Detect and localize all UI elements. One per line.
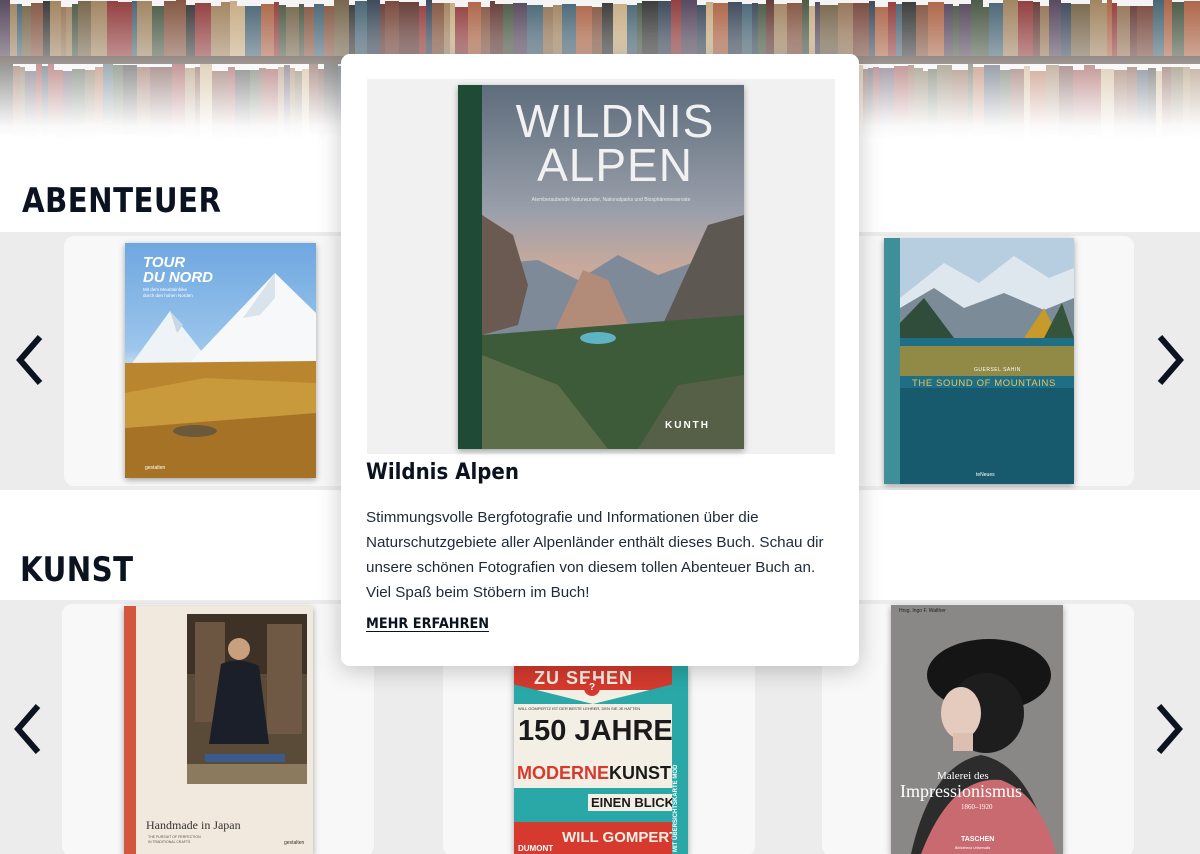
book-cover-impressionismus[interactable]: Hrsg. Ingo F. Walther Malerei des Impres… bbox=[891, 605, 1063, 854]
more-info-link[interactable]: MEHR ERFAHREN bbox=[366, 616, 489, 632]
cover-publisher: gestalten bbox=[284, 840, 305, 846]
cover-publisher: teNeues bbox=[976, 472, 995, 478]
cover-title: Handmade in Japan bbox=[146, 818, 241, 832]
cover-side-badge: MIT ÜBERSICHTSKARTE MOD bbox=[673, 764, 679, 852]
section-title-kunst: KUNST bbox=[20, 550, 134, 590]
chevron-right-icon bbox=[1157, 335, 1184, 385]
chevron-left-icon bbox=[14, 704, 41, 754]
cover-publisher: KUNTH bbox=[665, 420, 710, 431]
book-cover-sound-of-mountains[interactable]: GUERSEL SAHIN THE SOUND OF MOUNTAINS teN… bbox=[884, 238, 1074, 484]
popup-image-area: WILDNIS ALPEN Atemberaubende Naturwunder… bbox=[367, 79, 835, 454]
book-cover-wildnis-alpen[interactable]: WILDNIS ALPEN Atemberaubende Naturwunder… bbox=[458, 85, 744, 449]
chevron-left-icon bbox=[16, 335, 43, 385]
carousel-next-button[interactable] bbox=[1146, 330, 1196, 390]
book-detail-popup: WILDNIS ALPEN Atemberaubende Naturwunder… bbox=[341, 54, 859, 666]
cover-series: Bibliotheca Universalis bbox=[955, 846, 991, 850]
cover-author: WILL GOMPERTZ bbox=[562, 829, 688, 846]
cover-title: TOUR DU NORD bbox=[143, 254, 213, 286]
portrait-painting bbox=[891, 605, 1063, 854]
carousel-prev-button[interactable] bbox=[4, 330, 54, 390]
book-cover-tour-du-nord[interactable]: TOUR DU NORD Mit dem Mountainbike durch … bbox=[125, 243, 316, 478]
cover-publisher: TASCHEN bbox=[961, 836, 995, 843]
cover-subtitle: Mit dem Mountainbike durch den hohen Nor… bbox=[143, 287, 193, 298]
cover-publisher: gestalten bbox=[145, 465, 166, 471]
popup-title: Wildnis Alpen bbox=[366, 460, 519, 485]
book-cover-150-jahre-moderne-kunst[interactable]: ZU SEHEN ? WILL GOMPERTZ IST DER BESTE L… bbox=[514, 666, 688, 854]
cover-editor: Hrsg. Ingo F. Walther bbox=[899, 608, 946, 614]
book-cover-handmade-in-japan[interactable]: Handmade in Japan THE PURSUIT OF PERFECT… bbox=[124, 606, 313, 854]
cover-publisher: DUMONT bbox=[518, 844, 554, 853]
section-title-abenteuer: ABENTEUER bbox=[22, 181, 222, 221]
lake-mountain-illustration bbox=[884, 238, 1074, 484]
cover-title-line1: 150 JAHRE bbox=[518, 715, 673, 747]
carousel-next-button[interactable] bbox=[1145, 699, 1195, 759]
cover-author: GUERSEL SAHIN bbox=[974, 367, 1021, 373]
cover-subtitle: Atemberaubende Naturwunder, Nationalpark… bbox=[531, 197, 691, 203]
cover-title: WILDNIS ALPEN bbox=[515, 95, 715, 191]
cover-years: 1860–1920 bbox=[961, 803, 993, 811]
cover-title-line3: EINEN BLICK bbox=[588, 794, 678, 811]
cover-title-line2: MODERNEKUNST bbox=[517, 763, 672, 783]
popup-description: Stimmungsvolle Bergfotografie und Inform… bbox=[366, 509, 824, 601]
cover-quote: WILL GOMPERTZ IST DER BESTE LEHRER, DEN … bbox=[518, 706, 641, 711]
craftsman-photo bbox=[187, 614, 307, 784]
cover-title: THE SOUND OF MOUNTAINS bbox=[912, 378, 1056, 389]
carousel-prev-button[interactable] bbox=[2, 699, 52, 759]
cover-subtitle: THE PURSUIT OF PERFECTION IN TRADITIONAL… bbox=[148, 835, 201, 844]
chevron-right-icon bbox=[1156, 704, 1183, 754]
cover-title-line2: Impressionismus bbox=[900, 781, 1023, 801]
